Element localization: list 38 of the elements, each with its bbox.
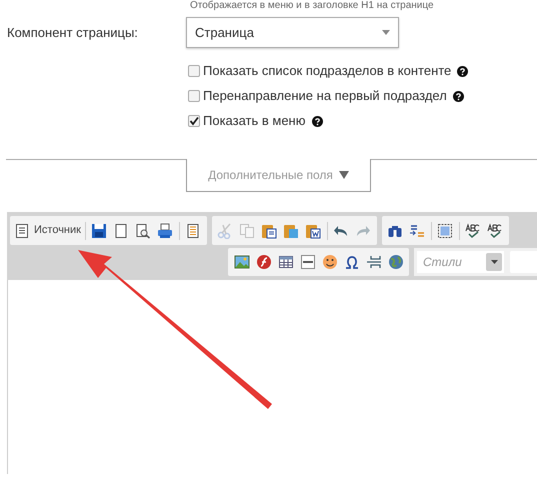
blank-page-icon [113, 222, 130, 238]
flash-logo-icon [256, 254, 272, 270]
checkbox[interactable] [188, 65, 200, 77]
clipboard-icon [261, 222, 278, 238]
checkbox-label: Показать в меню [203, 112, 306, 130]
help-icon[interactable] [312, 116, 322, 126]
field-hint: Отображается в меню и в заголовке H1 на странице [190, 0, 435, 12]
spellcheck-tick-icon [487, 222, 504, 238]
page-break-lines-icon [366, 254, 382, 270]
globe-icon [388, 254, 404, 270]
clipboard-doc-icon [305, 222, 322, 238]
selection-frame-icon [437, 222, 454, 238]
document-icon [14, 222, 30, 238]
clipboard-note-icon [283, 222, 300, 238]
documents-icon [239, 222, 256, 238]
replace-arrows-icon [409, 222, 426, 238]
table-grid-icon [278, 254, 294, 270]
source-button[interactable]: Источник [13, 220, 82, 242]
help-icon[interactable] [452, 90, 464, 102]
scissors-icon [217, 222, 234, 238]
field-label: Компонент страницы: [6, 24, 139, 42]
omega-symbol-icon [344, 254, 360, 270]
list-page-icon [185, 222, 202, 238]
smiley-face-icon [322, 254, 338, 270]
printer-icon [157, 222, 174, 238]
landscape-picture-icon [234, 254, 250, 270]
checkbox[interactable] [188, 115, 200, 127]
page-component-select[interactable]: Страница [186, 17, 399, 48]
checkbox-label: Перенаправление на первый подраздел [203, 87, 447, 106]
spellcheck-tick-icon [465, 222, 482, 238]
checkbox-label: Показать список подразделов в контенте [203, 62, 452, 80]
triangle-down-icon [338, 171, 349, 179]
checkbox[interactable] [188, 90, 200, 102]
dropdown-button[interactable] [486, 253, 502, 271]
caret-icon [382, 30, 390, 35]
caret-icon [490, 260, 498, 264]
magnifier-page-icon [135, 222, 152, 238]
help-icon[interactable] [457, 66, 468, 76]
